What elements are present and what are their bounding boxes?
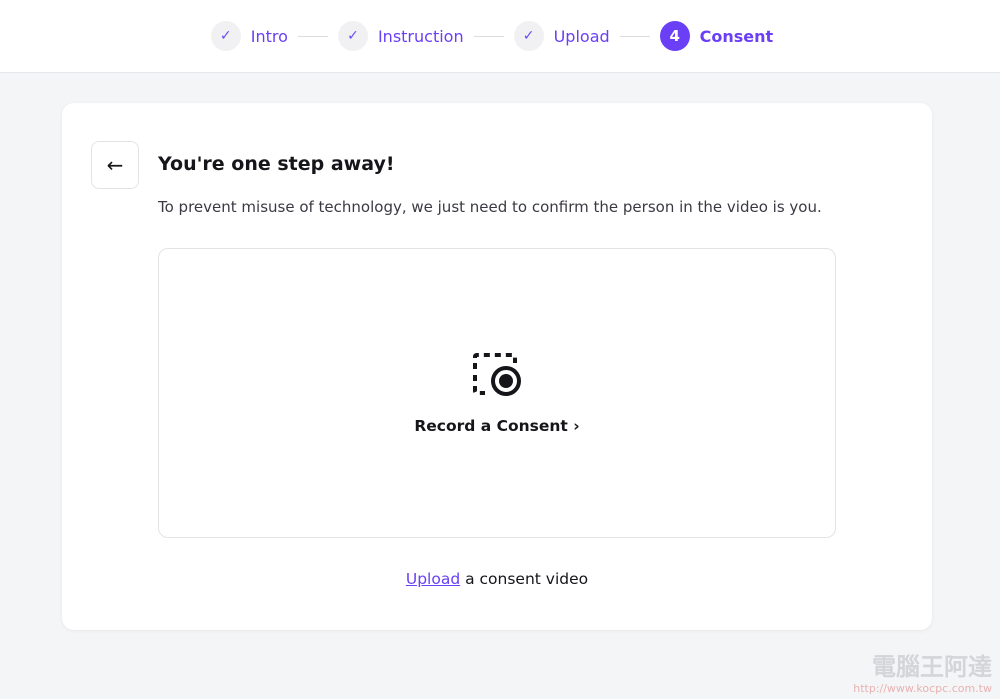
step-label: Intro bbox=[250, 26, 288, 46]
step-instruction[interactable]: ✓ Instruction bbox=[337, 21, 464, 51]
check-icon: ✓ bbox=[210, 21, 241, 51]
step-consent[interactable]: 4 Consent bbox=[659, 21, 774, 51]
stepper: ✓ Intro ✓ Instruction ✓ Upload 4 Consent bbox=[210, 21, 774, 51]
step-divider bbox=[473, 35, 504, 37]
chevron-right-icon: › bbox=[573, 417, 580, 435]
record-consent-button[interactable]: Record a Consent › bbox=[158, 248, 836, 538]
back-button[interactable]: ← bbox=[91, 141, 139, 189]
watermark: 電腦王阿達 http://www.kocpc.com.tw bbox=[853, 647, 992, 695]
check-icon: ✓ bbox=[337, 21, 368, 51]
step-intro[interactable]: ✓ Intro bbox=[210, 21, 288, 51]
arrow-left-icon: ← bbox=[106, 153, 124, 177]
step-upload[interactable]: ✓ Upload bbox=[513, 21, 610, 51]
upload-consent-row: Upload a consent video bbox=[62, 570, 932, 588]
watermark-url: http://www.kocpc.com.tw bbox=[853, 682, 992, 695]
record-consent-label: Record a Consent bbox=[414, 417, 568, 435]
upload-link[interactable]: Upload bbox=[406, 570, 460, 588]
page-title: You're one step away! bbox=[158, 153, 395, 175]
step-divider bbox=[297, 35, 328, 37]
step-label: Consent bbox=[699, 26, 774, 46]
check-icon: ✓ bbox=[513, 21, 544, 51]
record-screen-icon bbox=[473, 353, 521, 396]
watermark-text: 電腦王阿達 bbox=[872, 653, 992, 681]
stepper-header: ✓ Intro ✓ Instruction ✓ Upload 4 Consent bbox=[0, 0, 1000, 73]
page-subtitle: To prevent misuse of technology, we just… bbox=[158, 198, 822, 216]
consent-card: ← You're one step away! To prevent misus… bbox=[62, 103, 932, 630]
record-consent-row: Record a Consent › bbox=[159, 417, 835, 435]
upload-rest-text: a consent video bbox=[460, 570, 589, 588]
step-label: Instruction bbox=[377, 26, 464, 46]
step-divider bbox=[619, 35, 650, 37]
step-label: Upload bbox=[553, 26, 610, 46]
step-number: 4 bbox=[659, 21, 690, 51]
